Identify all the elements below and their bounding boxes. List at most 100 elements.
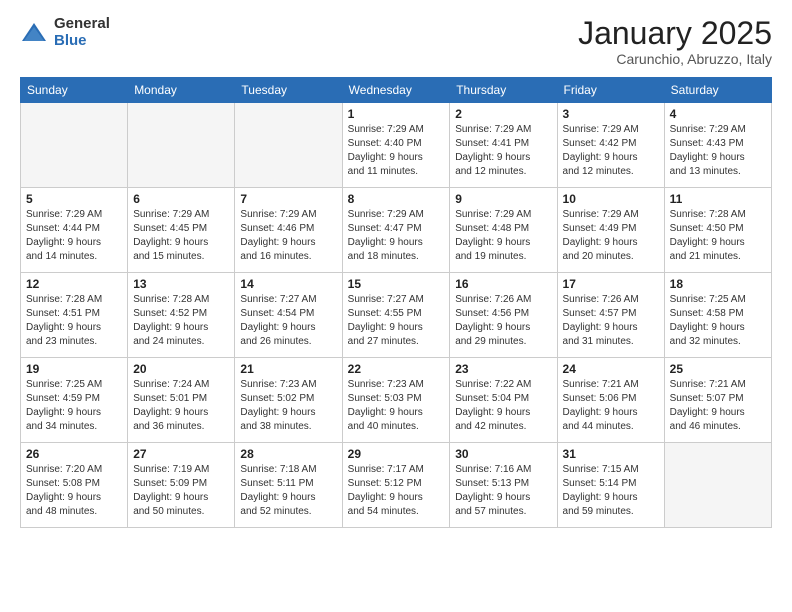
day-info: Sunrise: 7:29 AM Sunset: 4:49 PM Dayligh… [563, 208, 659, 264]
day-number: 27 [133, 447, 229, 461]
calendar-cell: 4Sunrise: 7:29 AM Sunset: 4:43 PM Daylig… [664, 103, 771, 188]
day-info: Sunrise: 7:29 AM Sunset: 4:48 PM Dayligh… [455, 208, 551, 264]
logo-icon [20, 19, 48, 47]
page-container: General Blue January 2025 Carunchio, Abr… [0, 0, 792, 538]
month-title: January 2025 [578, 16, 772, 51]
day-number: 10 [563, 192, 659, 206]
day-info: Sunrise: 7:19 AM Sunset: 5:09 PM Dayligh… [133, 463, 229, 519]
day-number: 28 [240, 447, 336, 461]
day-info: Sunrise: 7:23 AM Sunset: 5:03 PM Dayligh… [348, 378, 445, 434]
calendar-cell: 3Sunrise: 7:29 AM Sunset: 4:42 PM Daylig… [557, 103, 664, 188]
location: Carunchio, Abruzzo, Italy [578, 51, 772, 67]
logo-general: General [54, 16, 110, 33]
day-number: 26 [26, 447, 122, 461]
day-info: Sunrise: 7:29 AM Sunset: 4:45 PM Dayligh… [133, 208, 229, 264]
day-info: Sunrise: 7:15 AM Sunset: 5:14 PM Dayligh… [563, 463, 659, 519]
logo: General Blue [20, 16, 110, 49]
calendar-cell: 23 Sunrise: 7:22 AM Sunset: 5:04 PM Dayli… [450, 358, 557, 443]
header-thursday: Thursday [450, 78, 557, 103]
day-number: 23 [455, 362, 551, 376]
day-info: Sunrise: 7:26 AM Sunset: 4:56 PM Dayligh… [455, 293, 551, 349]
calendar-cell: 8 Sunrise: 7:29 AM Sunset: 4:47 PM Daylig… [342, 188, 450, 273]
day-info: Sunrise: 7:21 AM Sunset: 5:06 PM Dayligh… [563, 378, 659, 434]
calendar-cell: 28Sunrise: 7:18 AM Sunset: 5:11 PM Dayli… [235, 443, 342, 528]
day-info: Sunrise: 7:26 AM Sunset: 4:57 PM Dayligh… [563, 293, 659, 349]
day-info: Sunrise: 7:27 AM Sunset: 4:55 PM Dayligh… [348, 293, 445, 349]
calendar-week-0: 1 Sunrise: 7:29 AM Sunset: 4:40 PM Daylig… [21, 103, 772, 188]
calendar-cell: 15 Sunrise: 7:27 AM Sunset: 4:55 PM Dayli… [342, 273, 450, 358]
day-number: 22 [348, 362, 445, 376]
calendar-cell [664, 443, 771, 528]
calendar-cell: 31 Sunrise: 7:15 AM Sunset: 5:14 PM Dayli… [557, 443, 664, 528]
calendar-cell: 25 Sunrise: 7:21 AM Sunset: 5:07 PM Dayli… [664, 358, 771, 443]
day-number: 18 [670, 277, 766, 291]
calendar-cell: 6 Sunrise: 7:29 AM Sunset: 4:45 PM Daylig… [128, 188, 235, 273]
day-number: 11 [670, 192, 766, 206]
day-number: 21 [240, 362, 336, 376]
calendar-cell: 13 Sunrise: 7:28 AM Sunset: 4:52 PM Dayli… [128, 273, 235, 358]
calendar-cell [128, 103, 235, 188]
day-info: Sunrise: 7:17 AM Sunset: 5:12 PM Dayligh… [348, 463, 445, 519]
calendar-cell: 11Sunrise: 7:28 AM Sunset: 4:50 PM Dayli… [664, 188, 771, 273]
calendar-cell: 24 Sunrise: 7:21 AM Sunset: 5:06 PM Dayli… [557, 358, 664, 443]
calendar-cell: 18Sunrise: 7:25 AM Sunset: 4:58 PM Dayli… [664, 273, 771, 358]
header-sunday: Sunday [21, 78, 128, 103]
day-info: Sunrise: 7:29 AM Sunset: 4:41 PM Dayligh… [455, 123, 551, 179]
day-number: 15 [348, 277, 445, 291]
calendar-cell: 21 Sunrise: 7:23 AM Sunset: 5:02 PM Dayli… [235, 358, 342, 443]
day-info: Sunrise: 7:25 AM Sunset: 4:59 PM Dayligh… [26, 378, 122, 434]
day-number: 25 [670, 362, 766, 376]
calendar-cell: 12Sunrise: 7:28 AM Sunset: 4:51 PM Dayli… [21, 273, 128, 358]
calendar-cell: 16 Sunrise: 7:26 AM Sunset: 4:56 PM Dayli… [450, 273, 557, 358]
day-number: 31 [563, 447, 659, 461]
calendar-week-3: 19 Sunrise: 7:25 AM Sunset: 4:59 PM Dayli… [21, 358, 772, 443]
day-info: Sunrise: 7:16 AM Sunset: 5:13 PM Dayligh… [455, 463, 551, 519]
calendar-cell [235, 103, 342, 188]
day-info: Sunrise: 7:20 AM Sunset: 5:08 PM Dayligh… [26, 463, 122, 519]
day-info: Sunrise: 7:27 AM Sunset: 4:54 PM Dayligh… [240, 293, 336, 349]
calendar-cell: 19 Sunrise: 7:25 AM Sunset: 4:59 PM Dayli… [21, 358, 128, 443]
calendar-cell: 1 Sunrise: 7:29 AM Sunset: 4:40 PM Daylig… [342, 103, 450, 188]
calendar-cell: 20Sunrise: 7:24 AM Sunset: 5:01 PM Dayli… [128, 358, 235, 443]
day-number: 8 [348, 192, 445, 206]
day-info: Sunrise: 7:22 AM Sunset: 5:04 PM Dayligh… [455, 378, 551, 434]
day-info: Sunrise: 7:28 AM Sunset: 4:52 PM Dayligh… [133, 293, 229, 349]
calendar-cell: 14 Sunrise: 7:27 AM Sunset: 4:54 PM Dayli… [235, 273, 342, 358]
day-number: 5 [26, 192, 122, 206]
header-tuesday: Tuesday [235, 78, 342, 103]
day-number: 6 [133, 192, 229, 206]
day-number: 3 [563, 107, 659, 121]
calendar-cell: 7Sunrise: 7:29 AM Sunset: 4:46 PM Daylig… [235, 188, 342, 273]
day-number: 19 [26, 362, 122, 376]
day-info: Sunrise: 7:29 AM Sunset: 4:43 PM Dayligh… [670, 123, 766, 179]
calendar-cell: 30Sunrise: 7:16 AM Sunset: 5:13 PM Dayli… [450, 443, 557, 528]
logo-text: General Blue [54, 16, 110, 49]
calendar-cell [21, 103, 128, 188]
header-friday: Friday [557, 78, 664, 103]
day-number: 16 [455, 277, 551, 291]
day-number: 9 [455, 192, 551, 206]
day-info: Sunrise: 7:29 AM Sunset: 4:47 PM Dayligh… [348, 208, 445, 264]
calendar-week-4: 26 Sunrise: 7:20 AM Sunset: 5:08 PM Dayli… [21, 443, 772, 528]
logo-blue: Blue [54, 33, 110, 50]
day-number: 17 [563, 277, 659, 291]
day-info: Sunrise: 7:29 AM Sunset: 4:44 PM Dayligh… [26, 208, 122, 264]
day-number: 14 [240, 277, 336, 291]
day-number: 13 [133, 277, 229, 291]
day-info: Sunrise: 7:23 AM Sunset: 5:02 PM Dayligh… [240, 378, 336, 434]
calendar-cell: 10 Sunrise: 7:29 AM Sunset: 4:49 PM Dayli… [557, 188, 664, 273]
calendar-cell: 26 Sunrise: 7:20 AM Sunset: 5:08 PM Dayli… [21, 443, 128, 528]
day-number: 7 [240, 192, 336, 206]
day-info: Sunrise: 7:24 AM Sunset: 5:01 PM Dayligh… [133, 378, 229, 434]
day-number: 12 [26, 277, 122, 291]
day-number: 24 [563, 362, 659, 376]
day-number: 1 [348, 107, 445, 121]
calendar-week-2: 12Sunrise: 7:28 AM Sunset: 4:51 PM Dayli… [21, 273, 772, 358]
day-info: Sunrise: 7:29 AM Sunset: 4:40 PM Dayligh… [348, 123, 445, 179]
day-number: 29 [348, 447, 445, 461]
day-info: Sunrise: 7:21 AM Sunset: 5:07 PM Dayligh… [670, 378, 766, 434]
title-area: January 2025 Carunchio, Abruzzo, Italy [578, 16, 772, 67]
calendar-cell: 27 Sunrise: 7:19 AM Sunset: 5:09 PM Dayli… [128, 443, 235, 528]
calendar-week-1: 5 Sunrise: 7:29 AM Sunset: 4:44 PM Daylig… [21, 188, 772, 273]
header: General Blue January 2025 Carunchio, Abr… [20, 16, 772, 67]
